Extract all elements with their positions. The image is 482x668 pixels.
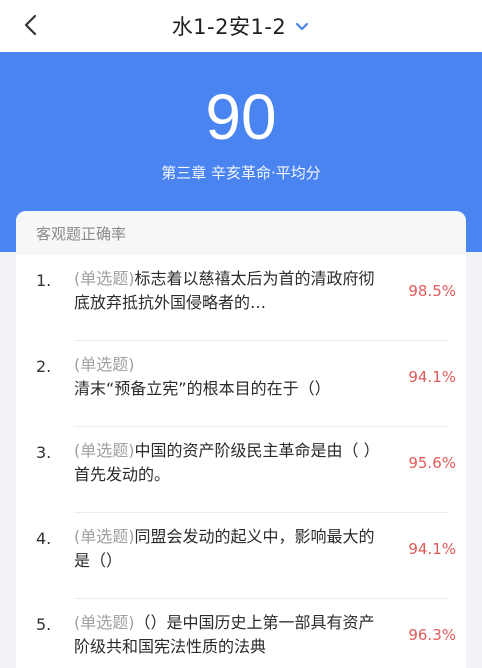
question-row[interactable]: 2. (单选题) 清末“预备立宪”的根本目的在于（） 94.1% xyxy=(16,341,466,427)
question-row[interactable]: 5. (单选题)（）是中国历史上第一部具有资产阶级共和国宪法性质的法典 96.3… xyxy=(16,599,466,668)
question-row[interactable]: 4. (单选题)同盟会发动的起义中，影响最大的是（） 94.1% xyxy=(16,513,466,599)
chapter-average-label: 第三章 辛亥革命·平均分 xyxy=(161,164,321,182)
chevron-down-icon xyxy=(294,18,310,34)
question-text: (单选题)（）是中国历史上第一部具有资产阶级共和国宪法性质的法典 xyxy=(74,611,384,659)
question-type-tag: (单选题) xyxy=(74,613,135,632)
question-type-tag: (单选题) xyxy=(74,527,135,546)
question-text: (单选题)标志着以慈禧太后为首的清政府彻底放弃抵抗外国侵略者的… xyxy=(74,267,384,315)
correct-rate: 94.1% xyxy=(408,540,456,558)
question-type-tag: (单选题) xyxy=(74,355,135,374)
accuracy-card: 客观题正确率 1. (单选题)标志着以慈禧太后为首的清政府彻底放弃抵抗外国侵略者… xyxy=(16,211,466,668)
correct-rate: 95.6% xyxy=(408,454,456,472)
class-selector[interactable]: 水1-2安1-2 xyxy=(172,11,311,41)
correct-rate: 98.5% xyxy=(408,282,456,300)
average-score: 90 xyxy=(205,81,277,153)
card-header: 客观题正确率 xyxy=(16,211,466,255)
question-text: (单选题) 清末“预备立宪”的根本目的在于（） xyxy=(74,353,384,401)
correct-rate: 96.3% xyxy=(408,626,456,644)
question-number: 4. xyxy=(36,529,52,548)
top-bar: 水1-2安1-2 xyxy=(0,0,482,52)
question-row[interactable]: 1. (单选题)标志着以慈禧太后为首的清政府彻底放弃抵抗外国侵略者的… 98.5… xyxy=(16,255,466,341)
question-stem: 清末“预备立宪”的根本目的在于（） xyxy=(74,379,331,398)
question-number: 1. xyxy=(36,271,52,290)
back-arrow-icon xyxy=(24,14,37,36)
correct-rate: 94.1% xyxy=(408,368,456,386)
question-row[interactable]: 3. (单选题)中国的资产阶级民主革命是由（ ）首先发动的。 95.6% xyxy=(16,427,466,513)
back-button[interactable] xyxy=(14,8,48,42)
question-number: 5. xyxy=(36,615,52,634)
question-number: 2. xyxy=(36,357,52,376)
page-title: 水1-2安1-2 xyxy=(171,15,287,39)
question-text: (单选题)中国的资产阶级民主革命是由（ ）首先发动的。 xyxy=(74,439,384,487)
question-type-tag: (单选题) xyxy=(74,269,135,288)
question-type-tag: (单选题) xyxy=(74,441,135,460)
question-number: 3. xyxy=(36,443,52,462)
question-text: (单选题)同盟会发动的起义中，影响最大的是（） xyxy=(74,525,384,573)
